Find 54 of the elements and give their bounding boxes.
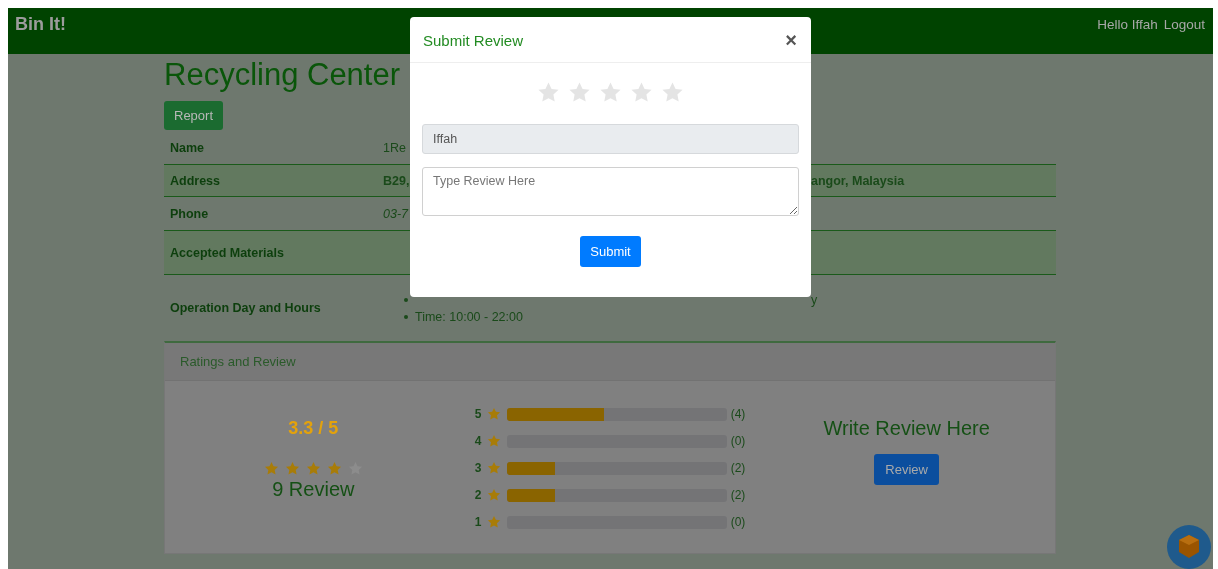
rating-number: 5	[474, 407, 483, 421]
rating-number: 1	[474, 515, 483, 529]
bullet-icon	[404, 314, 408, 319]
star-icon	[305, 461, 321, 476]
detail-label: Phone	[169, 206, 210, 221]
detail-value: 1Re	[383, 140, 406, 155]
detail-label: Address	[169, 173, 222, 188]
star-icon	[263, 461, 279, 476]
rating-number: 2	[474, 488, 483, 502]
star-icon	[486, 407, 501, 421]
star-icon	[537, 81, 560, 104]
star-icon	[284, 461, 300, 476]
report-button[interactable]: Report	[164, 101, 224, 130]
detail-label: Name	[169, 140, 206, 155]
name-field[interactable]: Iffah	[422, 124, 799, 154]
detail-label: Operation Day and Hours	[169, 301, 322, 315]
star-icon	[661, 81, 684, 104]
chat-button[interactable]	[1167, 525, 1211, 569]
average-rating: 3.3 / 5	[288, 418, 339, 439]
rating-count: (0)	[730, 515, 746, 529]
star-icon	[630, 81, 653, 104]
greeting-link[interactable]: Hello Iffah	[1097, 17, 1158, 32]
close-button[interactable]: ×	[783, 30, 799, 50]
rating-count: (4)	[730, 407, 746, 421]
write-review-heading: Write Review Here	[823, 417, 990, 440]
detail-value: B29,	[383, 173, 410, 188]
dialog-title: Submit Review	[423, 31, 524, 49]
rating-number: 3	[474, 461, 483, 475]
rating-count: (0)	[730, 434, 746, 448]
star-icon	[486, 488, 501, 502]
rating-count: (2)	[730, 461, 746, 475]
review-field[interactable]: Type Review Here	[422, 167, 799, 216]
hours-text: Time: 10:00 - 22:00	[415, 309, 523, 324]
card-header: Ratings and Review	[165, 343, 1055, 381]
review-button[interactable]: Review	[874, 454, 939, 485]
submit-button[interactable]: Submit	[580, 236, 641, 267]
star-icon	[486, 434, 501, 448]
detail-value: angor, Malaysia	[811, 173, 905, 188]
star-icon	[568, 81, 591, 104]
rating-count: (2)	[730, 488, 746, 502]
detail-label: Accepted Materials	[169, 245, 285, 260]
star-icon	[486, 461, 501, 475]
brand-name: Bin It!	[15, 14, 66, 35]
star-icon	[326, 461, 342, 476]
star-icon	[599, 81, 622, 104]
bullet-icon	[404, 297, 408, 302]
logout-link[interactable]: Logout	[1163, 17, 1205, 32]
star-icon	[486, 515, 501, 529]
review-count: 9 Review	[272, 478, 355, 501]
rating-number: 4	[474, 434, 483, 448]
detail-value: 03-7	[383, 206, 409, 221]
cube-icon	[1177, 534, 1201, 560]
hours-text: y	[811, 292, 818, 307]
page-title: Recycling Center	[164, 57, 401, 93]
